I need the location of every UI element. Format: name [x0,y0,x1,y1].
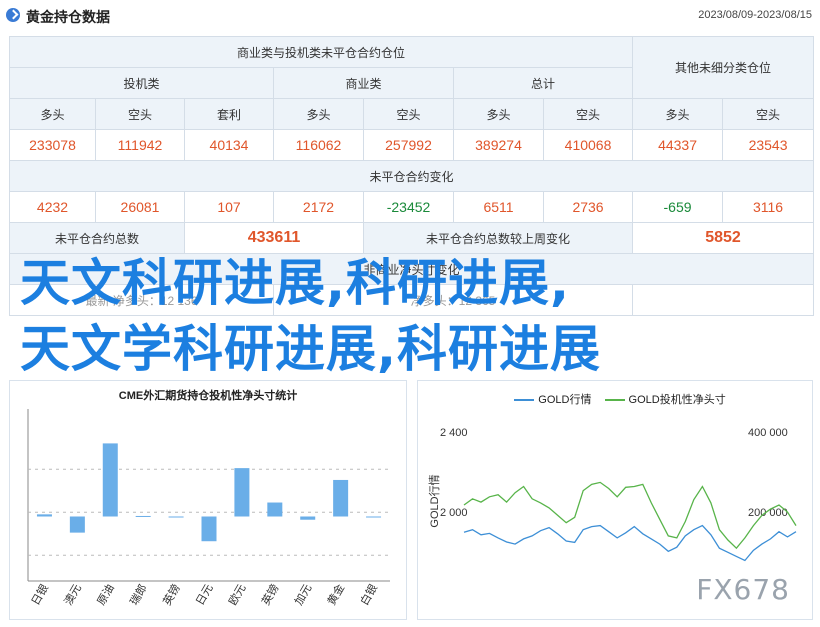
bar [366,516,382,518]
bar [267,502,283,517]
value-cell: 26081 [95,191,185,223]
bar [102,443,118,517]
value-cell: 2736 [542,191,634,223]
value-cell: 4232 [9,191,96,223]
col-long: 多头 [273,98,364,130]
oi-total-value: 433611 [184,222,364,254]
chart-legend: GOLD行情 GOLD投机性净头寸 [418,391,812,407]
value-cell: 389274 [453,129,544,161]
value-cell: 2172 [273,191,364,223]
bar [333,479,349,517]
col-short: 空头 [722,98,815,130]
comm-header: 商业类 [273,67,454,99]
value-cell: 410068 [542,129,634,161]
col-short: 空头 [95,98,185,130]
oi-total-label: 未平仓合约总数 [9,222,185,254]
bar-label: 欧元 [226,582,248,608]
oi-change-label: 未平仓合约总数较上周变化 [362,222,634,254]
col-long: 多头 [9,98,96,130]
total-header: 总计 [452,67,634,99]
bar-label: 黄金 [324,582,347,608]
bar-label: 日银 [28,582,51,608]
value-cell: 257992 [363,129,454,161]
bar-label: 日元 [194,583,215,608]
col-spread: 套利 [184,98,274,130]
bar [300,516,316,520]
value-cell: 107 [184,191,274,223]
y-axis-label: GOLD行情 [428,474,441,527]
value-cell: -23452 [363,191,454,223]
value-cell: 3116 [722,191,815,223]
value-cell: 111942 [95,129,185,161]
oi-change-value: 5852 [632,222,815,254]
change-title: 未平仓合约变化 [8,160,815,192]
net-position-bar-chart: 日银 澳元 原油 瑞郎 英镑 日元 欧元 英镑 加元 黄金 白银 [27,409,390,608]
legend-price[interactable]: GOLD行情 [538,394,591,406]
bar [135,515,151,517]
y-left-tick: 2 000 [440,507,468,519]
group-b-header: 其他未细分类仓位 [632,36,815,99]
bar [201,516,217,542]
price-line [463,524,797,562]
bar [69,516,85,533]
col-long: 多头 [632,98,724,130]
spec-header: 投机类 [9,67,274,99]
col-short: 空头 [363,98,454,130]
col-long: 多头 [453,98,544,130]
col-short: 空头 [542,98,634,130]
date-range: 2023/08/09-2023/08/15 [698,9,812,21]
change-row: 4232 26081 107 2172 -23452 6511 2736 -659 3116 [9,191,815,223]
position-line [463,481,797,550]
value-cell: -659 [632,191,724,223]
bar-label: 瑞郎 [127,582,150,608]
watermark-logo: FX678 [696,573,790,606]
bar [36,514,52,517]
y-left-tick: 2 400 [440,427,468,439]
y-right-tick: 200 000 [748,507,788,519]
net-position-chart-panel: CME外汇期货持仓投机性净头寸统计 日银 澳元 原油 瑞郎 英镑 日元 欧元 英镑 加元 黄金 白银 [9,380,407,620]
bar-label: 原油 [94,582,117,608]
bar [234,468,250,517]
value-cell: 40134 [184,129,274,161]
value-cell: 233078 [9,129,96,161]
legend-swatch-price [514,399,535,402]
value-cell: 6511 [453,191,544,223]
overlay-text-line2: 天文学科研进展,科研进展 [20,320,601,378]
legend-swatch-position [604,399,625,402]
value-cell: 116062 [273,129,364,161]
positions-row: 233078 111942 40134 116062 257992 389274 41006… [9,129,815,161]
bar-label: 白银 [357,582,380,608]
value-cell: 23543 [722,129,815,161]
bar-label: 澳元 [62,582,84,608]
bar-label: 英镑 [160,582,183,608]
chart-title: CME外汇期货持仓投机性净头寸统计 [118,390,298,402]
page-header: 黄金持仓数据 2023/08/09-2023/08/15 [0,0,820,32]
bar-label: 英镑 [258,582,281,608]
group-a-header: 商业类与投机类未平仓合约仓位 [8,36,634,68]
bar-label: 加元 [292,582,314,608]
page-title: 黄金持仓数据 [26,9,110,25]
y-right-tick: 400 000 [748,427,788,439]
legend-position[interactable]: GOLD投机性净头寸 [629,394,726,406]
value-cell: 44337 [632,129,724,161]
check-circle-icon [6,8,20,22]
bar [168,516,184,518]
overlay-text-line1: 天文科研进展,科研进展, [20,254,570,312]
